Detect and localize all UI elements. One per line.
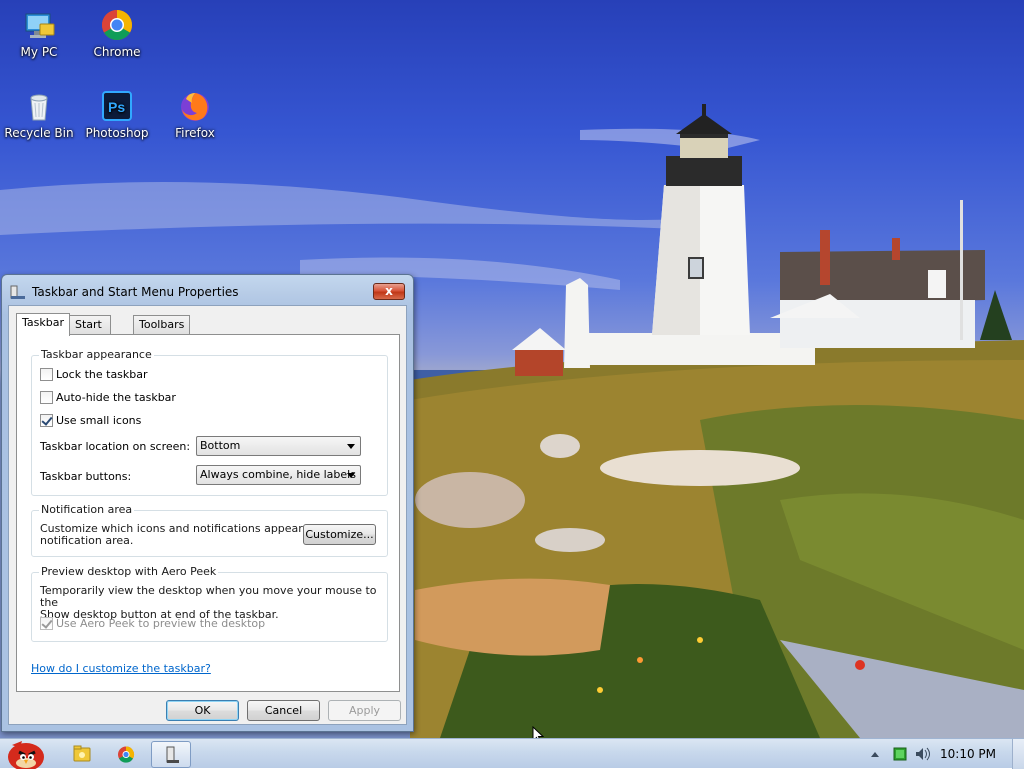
- taskbar-properties-window[interactable]: [151, 741, 191, 768]
- description-line: notification area.: [40, 534, 134, 547]
- my-pc-icon: [22, 8, 56, 42]
- photoshop-icon: Ps: [100, 89, 134, 123]
- notification-description: Customize which icons and notifications …: [40, 523, 338, 547]
- autohide-taskbar-checkbox[interactable]: Auto-hide the taskbar: [40, 391, 176, 404]
- group-title: Notification area: [39, 503, 135, 516]
- desktop-icon-label: Recycle Bin: [4, 126, 74, 140]
- group-title: Preview desktop with Aero Peek: [39, 565, 219, 578]
- cancel-button[interactable]: Cancel: [247, 700, 320, 721]
- firefox-icon: [178, 89, 212, 123]
- taskbar-buttons-select[interactable]: Always combine, hide labels: [196, 465, 361, 485]
- customize-button[interactable]: Customize...: [303, 524, 376, 545]
- taskbar-chrome[interactable]: [106, 741, 146, 768]
- dialog-titlebar[interactable]: Taskbar and Start Menu Properties x: [2, 275, 413, 305]
- aero-peek-checkbox[interactable]: Use Aero Peek to preview the desktop: [40, 617, 265, 630]
- checkbox-box[interactable]: [40, 617, 53, 630]
- checkbox-box[interactable]: [40, 391, 53, 404]
- checkbox-box[interactable]: [40, 368, 53, 381]
- checkbox-label: Use small icons: [56, 414, 142, 427]
- taskbar: 10:10 PM: [0, 738, 1024, 771]
- taskbar-location-label: Taskbar location on screen:: [40, 440, 190, 453]
- taskbar-location-select[interactable]: Bottom: [196, 436, 361, 456]
- lock-taskbar-checkbox[interactable]: Lock the taskbar: [40, 368, 148, 381]
- folder-icon: [73, 745, 91, 762]
- recycle-bin-icon: [22, 89, 56, 123]
- taskbar-properties-dialog: Taskbar and Start Menu Properties x Task…: [1, 274, 414, 732]
- taskbar-clock[interactable]: 10:10 PM: [940, 747, 996, 761]
- show-desktop-button[interactable]: [1012, 739, 1024, 769]
- desktop-icon-label: Photoshop: [85, 126, 149, 140]
- desktop-icon-firefox[interactable]: Firefox: [157, 89, 233, 140]
- close-icon: x: [385, 284, 393, 298]
- taskbar-buttons-label: Taskbar buttons:: [40, 470, 131, 483]
- tab-toolbars[interactable]: Toolbars: [133, 315, 191, 335]
- checkbox-label: Auto-hide the taskbar: [56, 391, 176, 404]
- desktop-icon-label: My PC: [20, 45, 58, 59]
- apply-button[interactable]: Apply: [328, 700, 401, 721]
- dialog-client-area: Taskbar Start Menu Toolbars Taskbar appe…: [8, 305, 407, 725]
- close-button[interactable]: x: [373, 283, 405, 300]
- angry-bird-start-icon: [8, 741, 44, 771]
- group-title: Taskbar appearance: [39, 348, 154, 361]
- tab-taskbar[interactable]: Taskbar: [16, 313, 70, 336]
- svg-text:Ps: Ps: [108, 99, 125, 115]
- help-link[interactable]: How do I customize the taskbar?: [31, 662, 211, 675]
- aero-peek-group: Preview desktop with Aero Peek Temporari…: [31, 565, 388, 642]
- desktop-icon-label: Firefox: [175, 126, 215, 140]
- desktop-icon-label: Chrome: [93, 45, 141, 59]
- notification-tray: [865, 739, 945, 769]
- select-value: Bottom: [200, 439, 241, 452]
- desktop-icon-recycle-bin[interactable]: Recycle Bin: [1, 89, 77, 140]
- chrome-icon: [118, 746, 135, 763]
- ok-button[interactable]: OK: [166, 700, 239, 721]
- desktop-icon-chrome[interactable]: Chrome: [79, 8, 155, 59]
- aero-peek-description: Temporarily view the desktop when you mo…: [40, 585, 387, 621]
- dialog-title: Taskbar and Start Menu Properties: [32, 285, 239, 299]
- chrome-icon: [100, 8, 134, 42]
- select-value: Always combine, hide labels: [200, 468, 356, 481]
- taskbar-properties-icon: [10, 284, 26, 300]
- taskbar-properties-icon: [166, 746, 179, 763]
- small-icons-checkbox[interactable]: Use small icons: [40, 414, 141, 427]
- chevron-down-icon: [347, 473, 355, 478]
- location-label-text: Taskbar location on screen:: [40, 440, 191, 453]
- taskbar-explorer[interactable]: [62, 741, 102, 768]
- desktop-icon-my-pc[interactable]: My PC: [1, 8, 77, 59]
- buttons-label-text: Taskbar buttons:: [40, 470, 132, 483]
- chevron-down-icon: [347, 444, 355, 449]
- taskbar-tab-panel: Taskbar appearance Lock the taskbar Auto…: [16, 334, 400, 692]
- desktop-icon-photoshop[interactable]: Ps Photoshop: [79, 89, 155, 140]
- start-button[interactable]: [2, 739, 48, 771]
- checkbox-label: Lock the taskbar: [56, 368, 148, 381]
- notification-area-group: Notification area Customize which icons …: [31, 503, 388, 557]
- taskbar-appearance-group: Taskbar appearance Lock the taskbar Auto…: [31, 348, 388, 496]
- checkbox-label: Use Aero Peek to preview the desktop: [56, 617, 266, 630]
- show-hidden-icons-icon: [871, 752, 879, 757]
- description-line: Temporarily view the desktop when you mo…: [40, 584, 377, 609]
- tab-start-menu[interactable]: Start Menu: [69, 315, 112, 349]
- volume-icon: [916, 748, 923, 760]
- checkbox-box[interactable]: [40, 414, 53, 427]
